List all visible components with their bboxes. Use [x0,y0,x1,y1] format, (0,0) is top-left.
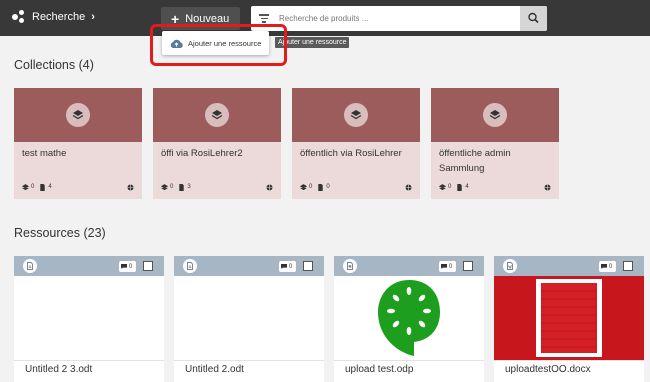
collection-layers-icon [344,103,368,127]
collection-layers-icon [205,103,229,127]
collection-count: 0 [448,184,452,190]
collection-title: test mathe [22,148,67,159]
file-icon [179,183,185,191]
search-button[interactable] [520,6,547,31]
file-count: 3 [187,184,191,190]
search-bar [251,6,547,31]
collection-title: öffentlich via RosiLehrer [300,148,402,159]
file-count: 4 [465,184,469,190]
select-checkbox[interactable] [463,261,473,271]
file-count: 4 [48,184,52,190]
collection-card[interactable]: öffentliche admin Sammlung 0 4 [431,88,559,199]
globe-icon [544,184,551,190]
file-count: 0 [326,184,330,190]
brand-label: Recherche [32,11,86,23]
search-menu[interactable]: Recherche › [12,10,95,24]
collection-meta: 0 4 [22,182,136,192]
file-icon [318,183,324,191]
collection-count: 0 [170,184,174,190]
layers-icon [22,183,29,190]
collection-title: öffentliche admin Sammlung [439,148,511,174]
collection-title: öffi via RosiLehrer2 [161,148,243,159]
word-document-icon [503,259,517,273]
chevron-right-icon: › [91,11,95,23]
resource-name: Untitled 2 3.odt [25,364,93,375]
collection-meta: 0 4 [439,182,553,192]
comment-icon [121,264,127,269]
comment-icon [601,264,607,269]
collection-card[interactable]: test mathe 0 4 [14,88,142,199]
cucumber-logo-icon [378,280,440,356]
globe-icon [266,184,273,190]
resource-card[interactable]: 0 Untitled 2 3.odt [14,256,164,382]
collection-count: 0 [309,184,313,190]
select-checkbox[interactable] [623,261,633,271]
resource-preview [334,276,484,360]
resource-card[interactable]: 0 upload test.odp [334,256,484,382]
resource-preview [14,276,164,360]
comment-icon [441,264,447,269]
file-icon [40,183,46,191]
comment-count-badge: 0 [599,261,616,272]
collection-count: 0 [31,184,35,190]
layers-icon [161,183,168,190]
comment-count-badge: 0 [279,261,296,272]
collection-meta: 0 3 [161,182,275,192]
resource-name: uploadtestOO.docx [505,364,591,375]
new-button-label: Nouveau [185,12,230,25]
layers-icon [439,183,446,190]
presentation-icon [343,259,357,273]
resource-name: Untitled 2.odt [185,364,244,375]
search-icon [528,12,539,24]
globe-icon [405,184,412,190]
document-icon [23,259,37,273]
resource-preview [494,276,644,360]
comment-icon [281,264,287,269]
top-bar: Recherche › + Nouveau [0,0,650,36]
comment-count-badge: 0 [439,261,456,272]
document-icon [183,259,197,273]
collection-meta: 0 0 [300,182,414,192]
resources-heading: Ressources (23) [14,226,106,240]
filter-icon[interactable] [259,14,269,23]
resource-card[interactable]: 0 uploadtestOO.docx [494,256,644,382]
comment-count-badge: 0 [119,261,136,272]
collection-card[interactable]: öffi via RosiLehrer2 0 3 [153,88,281,199]
highlight-box [150,24,287,66]
resource-card[interactable]: 0 Untitled 2.odt [174,256,324,382]
file-icon [457,183,463,191]
select-checkbox[interactable] [303,261,313,271]
search-input[interactable] [279,6,517,31]
layers-icon [300,183,307,190]
resource-preview [174,276,324,360]
collection-layers-icon [66,103,90,127]
collection-layers-icon [483,103,507,127]
select-checkbox[interactable] [143,261,153,271]
globe-icon [127,184,134,190]
resource-name: upload test.odp [345,364,414,375]
logo-icon [12,10,26,24]
collections-heading: Collections (4) [14,58,94,72]
collection-card[interactable]: öffentlich via RosiLehrer 0 0 [292,88,420,199]
